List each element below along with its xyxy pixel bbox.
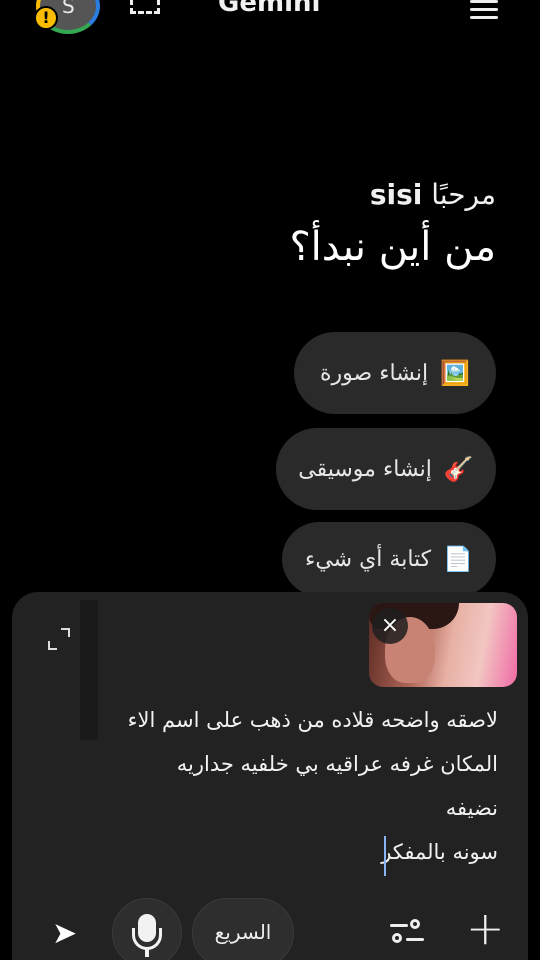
avatar-letter: S	[62, 0, 75, 18]
prompt-text-line[interactable]: لاصقه واضحه قلاده من ذهب على اسم الاء	[128, 708, 498, 732]
start-question: من أين نبدأ؟	[289, 224, 496, 270]
send-icon[interactable]: ➤	[52, 916, 88, 952]
suggestion-label: كتابة أي شيء	[304, 546, 432, 572]
image-icon: 🖼️	[440, 359, 470, 387]
prompt-text-line[interactable]: المكان غرفه عراقيه بي خلفيه جداريه	[177, 752, 498, 776]
prompt-text-line[interactable]: سونه بالمفكر	[381, 840, 498, 864]
close-icon[interactable]: ×	[372, 608, 408, 644]
warning-icon: !	[34, 6, 58, 30]
app-title: Gemini	[218, 0, 321, 18]
suggestion-label: إنشاء موسيقى	[298, 456, 432, 482]
panel-divider	[80, 600, 98, 740]
suggestion-create-image[interactable]: 🖼️ إنشاء صورة	[294, 332, 496, 414]
document-icon: 📄	[443, 545, 474, 573]
screen-select-icon[interactable]	[130, 0, 160, 14]
menu-icon[interactable]	[470, 0, 498, 24]
text-caret	[384, 836, 386, 876]
mode-selector-button[interactable]: السريع	[192, 898, 294, 960]
suggestion-write-anything[interactable]: 📄 كتابة أي شيء	[282, 522, 496, 596]
prompt-text-line[interactable]: نضيفه	[446, 796, 498, 820]
expand-icon[interactable]	[48, 628, 70, 650]
suggestion-label: إنشاء صورة	[320, 360, 429, 386]
add-attachment-button[interactable]: +	[466, 905, 505, 951]
greeting-hello: مرحبًا	[431, 178, 496, 211]
tools-icon[interactable]	[390, 918, 424, 948]
suggestion-create-music[interactable]: 🎸 إنشاء موسيقى	[276, 428, 496, 510]
greeting-name: sisi	[369, 178, 423, 211]
greeting: مرحبًا sisi	[370, 178, 496, 211]
guitar-icon: 🎸	[443, 455, 474, 483]
top-bar: S ! Gemini	[0, 0, 540, 34]
